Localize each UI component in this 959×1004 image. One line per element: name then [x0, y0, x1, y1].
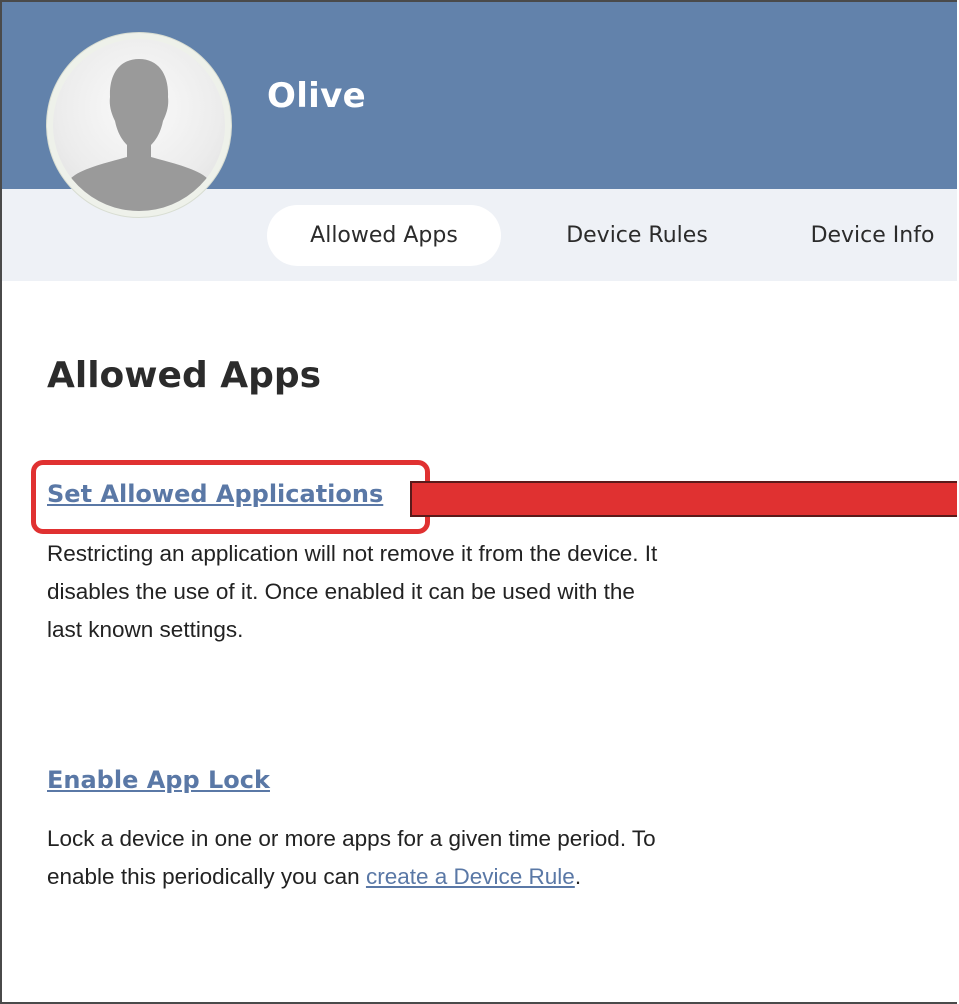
enable-app-lock-link[interactable]: Enable App Lock — [47, 766, 270, 794]
create-device-rule-link[interactable]: create a Device Rule — [366, 864, 575, 889]
highlight-annotation-arrow — [410, 481, 957, 517]
tab-allowed-apps[interactable]: Allowed Apps — [267, 205, 501, 266]
profile-name: Olive — [267, 76, 366, 116]
enable-app-lock-description-end: . — [574, 864, 582, 889]
highlight-annotation-box — [31, 460, 430, 534]
tab-device-rules[interactable]: Device Rules — [537, 205, 737, 266]
page-title: Allowed Apps — [47, 355, 322, 396]
enable-app-lock-description: Lock a device in one or more apps for a … — [47, 820, 667, 896]
app-frame: Olive Allowed Apps Device Rules Device I… — [0, 0, 957, 1004]
set-allowed-applications-description: Restricting an application will not remo… — [47, 541, 658, 642]
avatar — [47, 33, 231, 217]
person-silhouette-icon — [53, 39, 225, 211]
tab-device-info[interactable]: Device Info — [785, 205, 957, 266]
